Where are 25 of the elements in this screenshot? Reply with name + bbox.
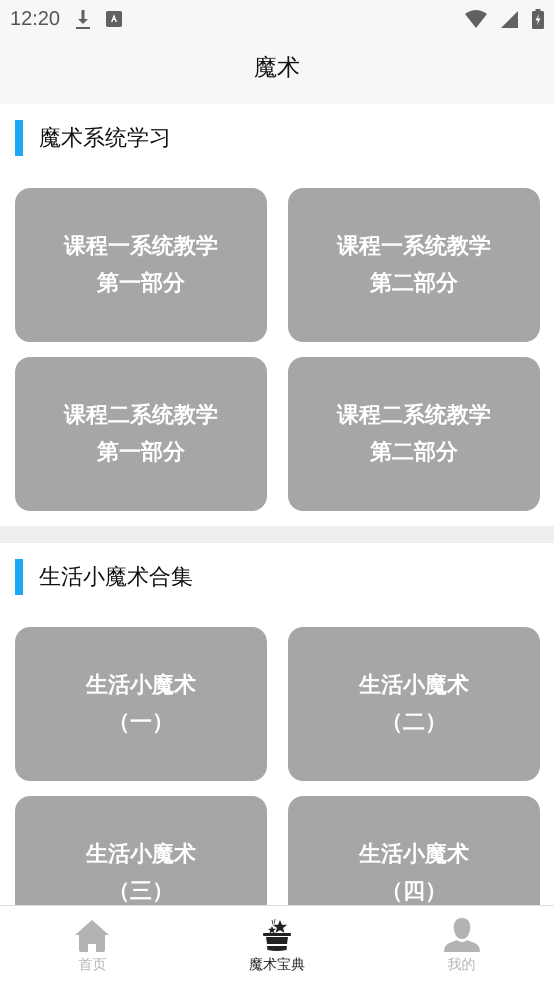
- status-time: 12:20: [10, 8, 60, 30]
- course-card[interactable]: 生活小魔术 （四）: [288, 796, 540, 905]
- section-title: 魔术系统学习: [39, 125, 171, 153]
- magic-hat-icon: [262, 918, 292, 952]
- signal-icon: [501, 10, 518, 28]
- house-icon: [75, 920, 110, 952]
- tab[interactable]: 魔术宝典: [184, 906, 370, 984]
- course-card[interactable]: 课程一系统教学 第二部分: [288, 188, 540, 342]
- accent-bar: [15, 559, 23, 595]
- keyboard-a-icon: [106, 11, 122, 27]
- course-card[interactable]: 课程二系统教学 第一部分: [15, 357, 267, 511]
- wifi-icon: [465, 10, 487, 28]
- tab[interactable]: 首页: [0, 906, 185, 984]
- course-card[interactable]: 课程一系统教学 第一部分: [15, 188, 267, 342]
- accent-bar: [15, 120, 23, 156]
- battery-icon: [532, 9, 544, 29]
- course-card[interactable]: 生活小魔术 （三）: [15, 796, 267, 905]
- course-card[interactable]: 生活小魔术 （二）: [288, 627, 540, 781]
- tab[interactable]: 我的: [369, 906, 554, 984]
- page-title: 魔术: [253, 54, 301, 83]
- person-icon: [444, 918, 480, 952]
- course-card[interactable]: 课程二系统教学 第二部分: [288, 357, 540, 511]
- course-card[interactable]: 生活小魔术 （一）: [15, 627, 267, 781]
- download-icon: [74, 8, 92, 30]
- section-title: 生活小魔术合集: [39, 564, 193, 592]
